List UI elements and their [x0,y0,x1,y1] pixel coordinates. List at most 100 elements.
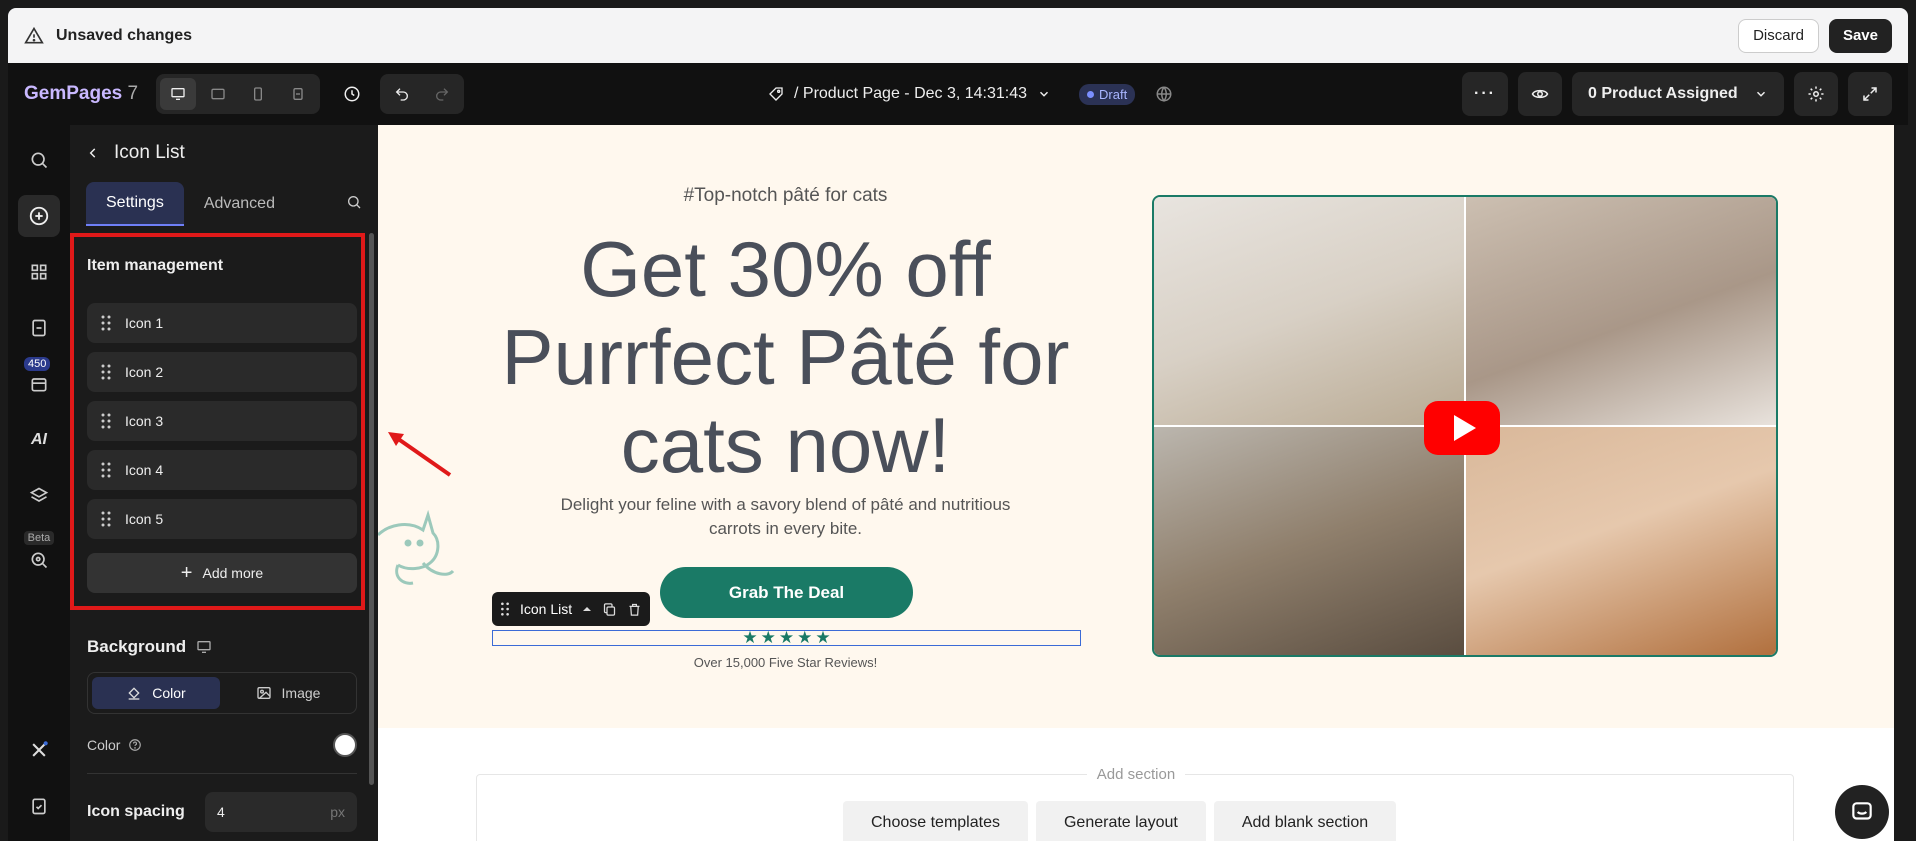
color-swatch[interactable] [333,733,357,757]
rail-layers[interactable] [18,475,60,517]
video-thumbnail-woman-cat [1466,427,1776,655]
add-section-label-wrap: Add section [477,766,1795,783]
page-title-area[interactable]: / Product Page - Dec 3, 14:31:43 Draft [768,63,1173,125]
discard-button[interactable]: Discard [1738,18,1819,53]
status-dot [1087,90,1095,98]
preview-button[interactable] [1518,72,1562,116]
bg-color-option[interactable]: Color [92,677,220,709]
drag-handle-icon[interactable] [101,462,111,478]
video-embed[interactable] [1152,195,1778,657]
bg-image-option[interactable]: Image [224,677,352,709]
youtube-play-icon[interactable] [1424,401,1500,455]
product-assigned-dropdown[interactable]: 0 Product Assigned [1572,72,1784,116]
panel-title: Icon List [114,142,185,163]
icon-list-element[interactable]: ★ ★ ★ ★ ★ [492,628,1081,647]
paint-bucket-icon [128,687,140,700]
add-blank-section-button[interactable]: Add blank section [1213,801,1397,841]
list-item[interactable]: Icon 5 [87,499,357,539]
plus-icon: + [180,562,193,584]
panel-scrollbar[interactable] [369,233,374,785]
more-options-button[interactable]: ··· [1462,72,1508,116]
rail-library[interactable]: 450 [18,357,60,405]
gear-icon [1808,86,1824,102]
hero-section[interactable]: #Top-notch pâté for cats Get 30% off Pur… [378,125,1894,728]
settings-button[interactable] [1794,72,1838,116]
drag-handle-icon[interactable] [101,511,111,527]
back-chevron-icon[interactable] [86,146,100,160]
tablet-icon [211,88,225,100]
caret-up-icon[interactable] [582,604,592,614]
drag-handle-icon[interactable] [101,315,111,331]
settings-panel: Icon List Settings Advanced Item managem… [70,125,378,841]
unsaved-changes-bar: Unsaved changes Discard Save [8,8,1908,63]
trash-icon[interactable] [627,602,642,617]
tablet-view-button[interactable] [200,78,236,110]
drag-handle-icon[interactable] [101,364,111,380]
desktop-icon [171,88,185,100]
star-icon: ★ [760,628,776,647]
tab-advanced[interactable]: Advanced [184,182,295,226]
warning-icon [24,26,44,43]
fullscreen-button[interactable] [1848,72,1892,116]
icon-spacing-row: Icon spacing 4 px [87,792,357,832]
list-item[interactable]: Icon 4 [87,450,357,490]
rail-apps[interactable] [18,251,60,293]
globe-icon[interactable] [1155,85,1173,103]
annotation-arrow [388,432,452,477]
redo-button[interactable] [424,78,460,110]
tab-settings[interactable]: Settings [86,182,184,226]
icon-spacing-input[interactable]: 4 px [205,792,357,832]
save-button[interactable]: Save [1828,18,1892,53]
star-icon: ★ [797,628,813,647]
item-management-title: Item management [87,257,224,274]
undo-redo-group [380,74,465,114]
help-icon[interactable] [128,738,142,752]
rail-checklist[interactable] [18,785,60,827]
bg-image-label: Image [281,685,321,701]
choose-templates-button[interactable]: Choose templates [843,801,1028,841]
duplicate-icon[interactable] [602,602,617,617]
rail-pages[interactable] [18,307,60,349]
grab-deal-button[interactable]: Grab The Deal [660,567,913,618]
apps-icon [31,264,47,280]
add-more-button[interactable]: + Add more [87,553,357,593]
star-icon: ★ [742,628,758,647]
drag-handle-icon[interactable] [500,602,510,616]
icon-spacing-value: 4 [217,804,225,820]
history-button[interactable] [334,76,370,112]
undo-button[interactable] [384,78,420,110]
color-row: Color [87,733,357,757]
list-item[interactable]: Icon 3 [87,401,357,441]
item-label: Icon 4 [125,462,164,478]
eye-icon [1531,89,1549,99]
desktop-view-button[interactable] [160,78,197,110]
rail-beta-feature[interactable] [18,539,60,581]
generate-layout-button[interactable]: Generate layout [1035,801,1206,841]
custom-view-button[interactable] [280,78,316,110]
panel-header: Icon List [70,125,378,181]
library-icon [31,378,47,392]
page-title: / Product Page - Dec 3, 14:31:43 [794,85,1028,102]
selection-label[interactable]: Icon List [520,601,572,617]
list-item[interactable]: Icon 1 [87,303,357,343]
rail-add-element[interactable] [18,195,60,237]
mobile-icon [254,87,263,101]
video-thumbnail-feeding [1154,427,1464,655]
star-icon: ★ [815,628,831,647]
rail-search[interactable] [18,139,60,181]
ellipsis-icon: ··· [1474,85,1496,102]
hero-headline: Get 30% off Purrfect Pâté for cats now! [378,225,1193,489]
rail-ai[interactable]: AI [18,419,60,461]
add-section-area: Add section Choose templates Generate la… [476,766,1794,841]
chat-support-button[interactable] [1835,785,1889,839]
hero-subtitle: Delight your feline with a savory blend … [560,495,1011,538]
item-label: Icon 1 [125,315,164,331]
tag-icon [769,87,783,101]
mobile-view-button[interactable] [240,78,276,110]
list-item[interactable]: Icon 2 [87,352,357,392]
background-label: Background [87,637,187,656]
drag-handle-icon[interactable] [101,413,111,429]
rail-x-integration[interactable] [18,729,60,771]
element-selection-toolbar: Icon List [492,592,651,626]
panel-search-button[interactable] [346,194,362,215]
